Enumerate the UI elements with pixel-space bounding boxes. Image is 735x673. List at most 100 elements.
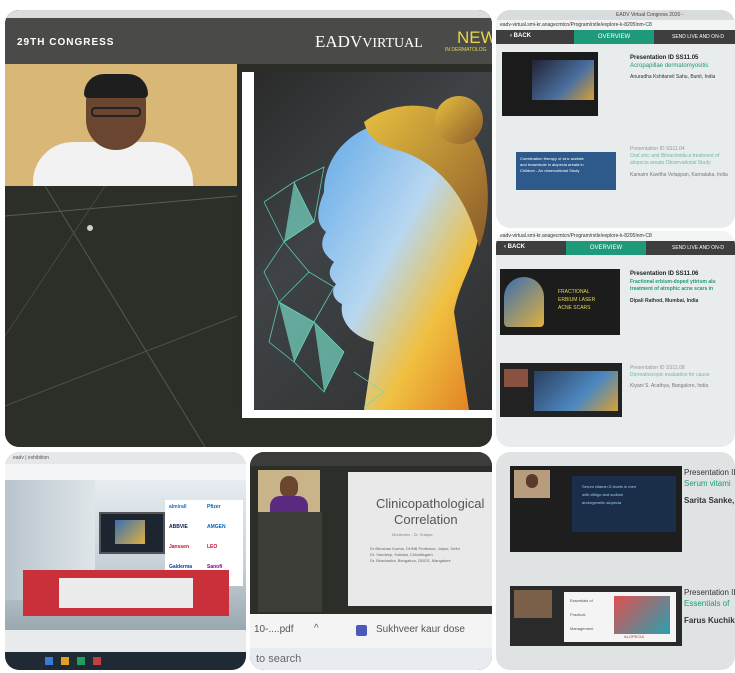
presentation-thumb-4[interactable] <box>500 363 622 417</box>
address-bar[interactable]: eadv-virtual.smi-kr.anagecmtcn/Program/r… <box>496 20 735 30</box>
exhibition-toolbar <box>5 464 246 480</box>
dark-backdrop <box>5 186 237 447</box>
slide-line-1: Dr Bhushan Kumar, DHNB Professor, Jaipur… <box>370 546 460 551</box>
address-bar-2[interactable]: eadv-virtual.smi-kr.anagecmtcn/Program/r… <box>496 231 735 241</box>
thumb-5-text-3: androgenetic alopecia <box>582 500 622 505</box>
eadv-brand-suffix: IRTUAL <box>372 36 423 51</box>
eadv-brand: EADVVIRTUAL <box>315 32 423 51</box>
hall-screen[interactable] <box>99 512 165 554</box>
item-5-id: Presentation ID <box>684 468 735 477</box>
thumb-4-webcam <box>504 369 528 387</box>
thumb-5-face <box>526 474 538 488</box>
item-5-author: Sarita Sanke, <box>684 496 735 505</box>
thumb-3-line-3: ACNE SCARS <box>558 305 591 311</box>
item-2-title-line-2[interactable]: alopecia areata Observational Study <box>630 160 711 166</box>
download-file[interactable]: 10-....pdf <box>254 624 293 635</box>
overview-tab-2[interactable]: OVERVIEW <box>566 241 646 255</box>
item-1-title[interactable]: Acropapillae dermatomyositis <box>630 63 708 69</box>
eadv-brand-main: EADV <box>315 32 363 51</box>
thumb-6-line-2: Practical <box>570 612 586 617</box>
item-3-title[interactable]: Fractional erbium-doped yttrium alu <box>630 279 716 285</box>
url-text-2: eadv-virtual.smi-kr.anagecmtcn/Program/r… <box>500 233 652 239</box>
thumb-5-webcam <box>514 470 550 498</box>
taskbar-app-icon-4[interactable] <box>93 657 101 665</box>
search-placeholder: to search <box>256 653 302 665</box>
thumb-2-line-3: Children - An observational Study <box>520 168 580 173</box>
thumb-6-line-3: Management <box>570 626 594 631</box>
taskbar-app-icon-3[interactable] <box>77 657 85 665</box>
chevron-up-icon[interactable]: ^ <box>314 623 319 634</box>
slide-line-3: Dr. Bhadrasha, Bengaluru, DBGS, Mangalor… <box>370 558 451 563</box>
tab-title[interactable]: EADV Virtual Congress 2020 - <box>616 12 683 18</box>
overview-label: OVERVIEW <box>597 34 631 40</box>
user-name: Sukhveer kaur dose <box>376 624 465 635</box>
slide-subtitle: Moderator : Dr. Sutapa <box>392 532 433 537</box>
thumb-5-slide: Serum vitamin D levels in men with vitil… <box>572 476 676 532</box>
sponsor-6[interactable]: LEO <box>207 544 217 550</box>
session-speaker-head <box>280 476 298 498</box>
browser-screen-top: EADV Virtual Congress 2020 - eadv-virtua… <box>496 10 735 228</box>
item-4-title[interactable]: Dermatoscopic evaluation for cause <box>630 372 710 378</box>
browser-screen-middle: eadv-virtual.smi-kr.anagecmtcn/Program/r… <box>496 231 735 447</box>
presentation-thumb-1[interactable] <box>502 52 598 116</box>
item-6-id: Presentation ID <box>684 588 735 597</box>
send-live-button[interactable]: SEND LIVE AND ON-D <box>672 34 724 40</box>
presentation-thumb-3[interactable]: FRACTIONAL ERBIUM LASER ACNE SCARS <box>500 269 620 335</box>
thumb-6-slide: Essentials of Practical Management ALOPE… <box>564 592 676 642</box>
tab-strip: EADV Virtual Congress 2020 - <box>496 10 735 20</box>
presentation-thumb-6[interactable]: Essentials of Practical Management ALOPE… <box>510 586 682 646</box>
thumb-4-slide <box>534 371 618 411</box>
thumb-6-line-1: Essentials of <box>570 598 593 603</box>
sponsor-5[interactable]: Janssen <box>169 544 189 550</box>
session-topbar <box>250 452 492 466</box>
overview-tab[interactable]: OVERVIEW <box>574 30 654 44</box>
speaker-hair <box>84 74 148 98</box>
thumb-3-face <box>504 277 544 327</box>
reception-desk[interactable] <box>23 570 229 616</box>
taskbar-app-icon-1[interactable] <box>45 657 53 665</box>
send-live-button-2[interactable]: SEND LIVE AND ON-D <box>672 245 724 251</box>
back-button-2[interactable]: ‹ BACK <box>504 244 525 250</box>
presentation-thumb-2[interactable]: Combination therapy of zinc acetate and … <box>516 152 616 190</box>
main-video-screen: 29TH CONGRESS EADVVIRTUAL NEW F IN DERMA… <box>5 10 492 447</box>
item-6-author: Farus Kuchikal <box>684 616 735 625</box>
hall-floor <box>5 630 246 652</box>
item-4-id: Presentation ID SS11.08 <box>630 365 685 371</box>
download-bar: 10-....pdf ^ Sukhveer kaur dose <box>250 614 492 648</box>
exhibition-screen: eadv | exhibition almirall Pfizer ABBVIE… <box>5 452 246 670</box>
teams-icon[interactable] <box>356 625 367 636</box>
item-5-title[interactable]: Serum vitami <box>684 479 731 488</box>
sponsor-4[interactable]: AMGEN <box>207 524 226 530</box>
item-6-title[interactable]: Essentials of <box>684 599 729 608</box>
presentation-thumb-5[interactable]: Serum vitamin D levels in men with vitil… <box>510 466 682 552</box>
exhibition-tabs-text[interactable]: eadv | exhibition <box>13 455 49 461</box>
sponsor-3[interactable]: ABBVIE <box>169 524 188 530</box>
thumb-1-slide <box>532 60 594 100</box>
item-1-author: Anuradha Kshitanvil Sahu, Bunit, India <box>630 74 716 80</box>
search-bar[interactable]: to search <box>250 648 492 670</box>
sponsor-1[interactable]: almirall <box>169 504 187 510</box>
screen-top-edge <box>5 10 492 18</box>
webcam-feed <box>5 64 237 202</box>
overview-label-2: OVERVIEW <box>589 245 623 251</box>
session-screen: Clinicopathological Correlation Moderato… <box>250 452 492 670</box>
thumb-2-line-1: Combination therapy of zinc acetate <box>520 156 584 161</box>
back-button[interactable]: ‹ BACK <box>510 33 531 39</box>
item-2-title[interactable]: Oral zinc and Bimaximida-a treatment of <box>630 153 719 159</box>
reception-desk-front <box>59 578 193 608</box>
thumb-3-line-2: ERBIUM LASER <box>558 297 596 303</box>
thumb-6-art <box>614 596 670 634</box>
face-artwork-frame <box>242 72 492 418</box>
item-4-author: Kiyani S. Acathya, Bangalore, India <box>630 383 709 389</box>
url-text: eadv-virtual.smi-kr.anagecmtcn/Program/r… <box>500 22 652 28</box>
item-2-author: Kamaim Kavitha Velappan, Karnataka, Indi… <box>630 172 728 178</box>
slide-title: Clinicopathological <box>376 496 485 511</box>
slide: Clinicopathological Correlation Moderato… <box>348 472 492 606</box>
item-3-title-line-2[interactable]: treatment of atrophic acne scars in <box>630 286 713 292</box>
taskbar-app-icon-2[interactable] <box>61 657 69 665</box>
nav-bar-2: ‹ BACK OVERVIEW SEND LIVE AND ON-D <box>496 241 735 255</box>
nav-bar: ‹ BACK OVERVIEW SEND LIVE AND ON-D <box>496 30 735 44</box>
sponsor-2[interactable]: Pfizer <box>207 504 221 510</box>
thumb-2-line-2: and levamisole in alopecia areata in <box>520 162 584 167</box>
item-3-author: Dipali Rathod, Mumbai, India <box>630 298 699 304</box>
